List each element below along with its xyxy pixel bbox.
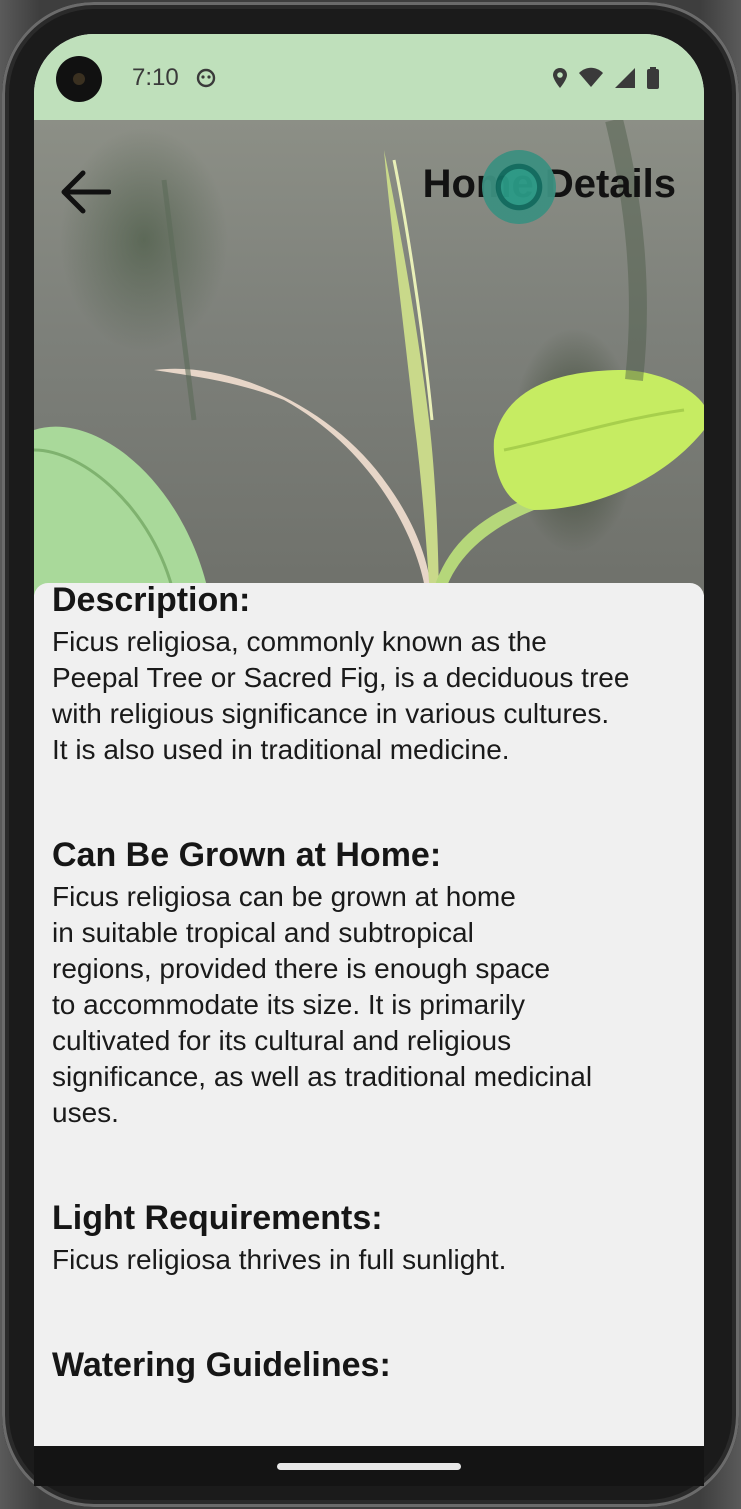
touch-indicator: [482, 150, 556, 224]
signal-icon: [615, 68, 635, 88]
status-bar: 7:10: [34, 34, 704, 120]
android-notification-icon: [196, 68, 216, 88]
section-description: Description: Ficus religiosa, commonly k…: [52, 580, 692, 768]
section-heading: Light Requirements:: [52, 1199, 383, 1237]
arrow-back-icon: [61, 170, 111, 214]
battery-icon: [647, 67, 659, 89]
section-body: Ficus religiosa, commonly known as the P…: [52, 626, 630, 765]
section-body: Ficus religiosa can be grown at home in …: [52, 881, 593, 1128]
section-heading: Description:: [52, 581, 251, 619]
section-heading: Watering Guidelines:: [52, 1346, 391, 1384]
status-time: 7:10: [132, 64, 179, 91]
section-watering-guidelines: Watering Guidelines:: [52, 1345, 692, 1385]
front-camera: [56, 56, 102, 102]
section-heading: Can Be Grown at Home:: [52, 836, 442, 874]
status-icons: [552, 66, 660, 90]
wifi-icon: [579, 67, 603, 87]
location-icon: [553, 68, 567, 88]
section-grown-at-home: Can Be Grown at Home: Ficus religiosa ca…: [52, 835, 692, 1131]
section-light-requirements: Light Requirements: Ficus religiosa thri…: [52, 1198, 692, 1278]
back-button[interactable]: [56, 164, 116, 220]
home-gesture-handle[interactable]: [277, 1463, 461, 1470]
section-body: Ficus religiosa thrives in full sunlight…: [52, 1244, 507, 1275]
